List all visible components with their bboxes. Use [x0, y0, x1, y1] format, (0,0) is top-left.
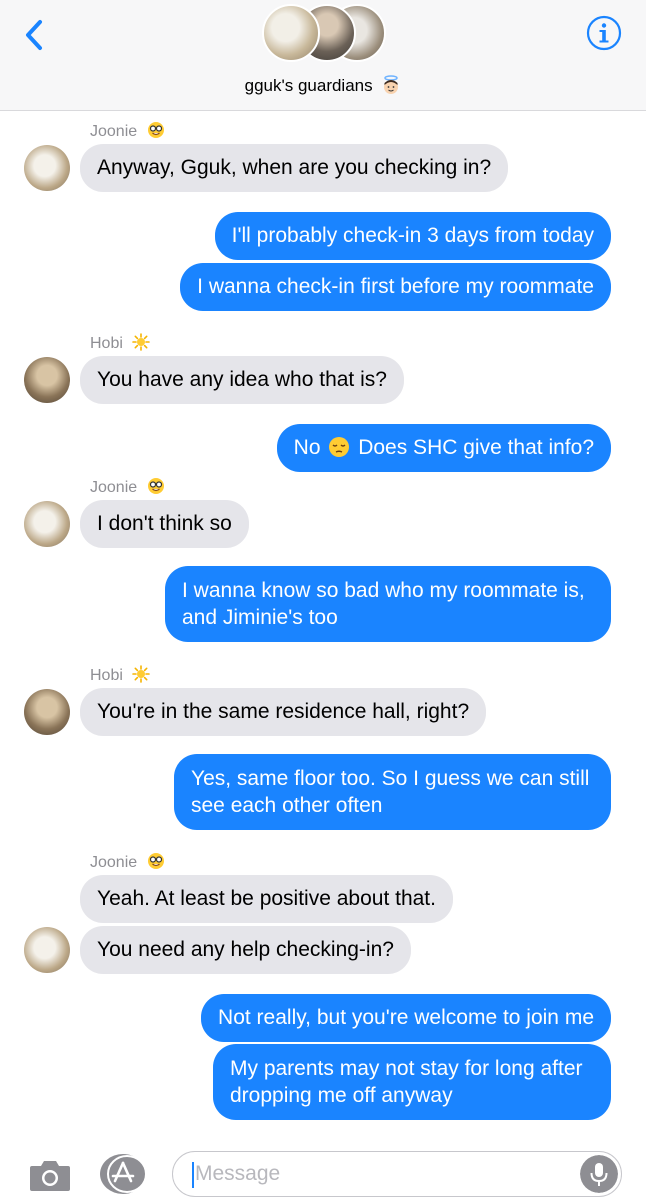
- nerd-face-emoji-icon: [147, 122, 164, 138]
- incoming-message[interactable]: You need any help checking-in?: [80, 926, 411, 974]
- message-text: You're in the same residence hall, right…: [97, 700, 470, 723]
- outgoing-message[interactable]: Yes, same floor too. So I guess we can s…: [174, 754, 611, 830]
- sender-name: Hobi: [90, 333, 151, 353]
- message-text: My parents may not stay for long after d…: [230, 1057, 583, 1107]
- nerd-face-emoji-icon: [147, 853, 164, 869]
- chevron-left-icon[interactable]: [18, 18, 52, 52]
- message-text: Yeah. At least be positive about that.: [97, 887, 436, 910]
- outgoing-message[interactable]: Not really, but you're welcome to join m…: [201, 994, 611, 1042]
- sender-name-text: Joonie: [90, 854, 138, 871]
- incoming-message[interactable]: You have any idea who that is?: [80, 356, 404, 404]
- pensive-face-emoji-icon: [329, 437, 350, 457]
- avatar[interactable]: [24, 689, 70, 735]
- avatar[interactable]: [24, 357, 70, 403]
- message-text: Does SHC give that info?: [358, 436, 594, 459]
- message-input[interactable]: Message: [172, 1151, 622, 1197]
- message-text: I wanna check-in first before my roommat…: [197, 275, 594, 298]
- sun-emoji-icon: [132, 333, 151, 351]
- text-caret: [192, 1162, 194, 1188]
- app-store-icon[interactable]: [98, 1152, 148, 1196]
- sender-name-text: Joonie: [90, 479, 138, 496]
- avatar[interactable]: [24, 501, 70, 547]
- outgoing-message[interactable]: My parents may not stay for long after d…: [213, 1044, 611, 1120]
- message-text: You have any idea who that is?: [97, 368, 387, 391]
- outgoing-message[interactable]: I wanna check-in first before my roommat…: [180, 263, 611, 311]
- sender-name: Hobi: [90, 665, 151, 685]
- sun-emoji-icon: [132, 665, 151, 683]
- group-avatars[interactable]: [262, 4, 386, 64]
- message-text: Yes, same floor too. So I guess we can s…: [191, 767, 590, 817]
- message-text: I don't think so: [97, 512, 232, 535]
- group-title[interactable]: gguk's guardians: [0, 75, 646, 96]
- outgoing-message[interactable]: I'll probably check-in 3 days from today: [214, 212, 611, 260]
- outgoing-message[interactable]: I wanna know so bad who my roommate is, …: [165, 566, 611, 642]
- angel-emoji-icon: [384, 75, 399, 94]
- incoming-message[interactable]: Anyway, Gguk, when are you checking in?: [80, 144, 509, 192]
- sender-name-text: Joonie: [90, 123, 138, 140]
- incoming-message[interactable]: You're in the same residence hall, right…: [80, 688, 487, 736]
- avatar[interactable]: [24, 145, 70, 191]
- sender-name: Joonie: [90, 121, 165, 141]
- sender-name: Joonie: [90, 852, 165, 872]
- message-text: I'll probably check-in 3 days from today: [231, 224, 594, 247]
- nerd-face-emoji-icon: [147, 478, 164, 494]
- microphone-icon[interactable]: [580, 1155, 618, 1193]
- message-text: I wanna know so bad who my roommate is, …: [182, 579, 585, 629]
- message-text: No: [293, 436, 321, 459]
- message-text: You need any help checking-in?: [97, 938, 394, 961]
- message-text: Anyway, Gguk, when are you checking in?: [97, 156, 492, 179]
- avatar[interactable]: [24, 927, 70, 973]
- message-text: Not really, but you're welcome to join m…: [218, 1006, 594, 1029]
- conversation-header: gguk's guardians: [0, 0, 646, 111]
- group-name-text: gguk's guardians: [244, 76, 373, 95]
- incoming-message[interactable]: I don't think so: [80, 500, 249, 548]
- sender-name-text: Hobi: [90, 335, 123, 352]
- incoming-message[interactable]: Yeah. At least be positive about that.: [80, 875, 453, 923]
- outgoing-message[interactable]: No Does SHC give that info?: [276, 424, 611, 472]
- sender-name: Joonie: [90, 477, 165, 497]
- camera-icon[interactable]: [28, 1157, 72, 1193]
- member-avatar: [262, 4, 320, 62]
- sender-name-text: Hobi: [90, 667, 123, 684]
- info-icon[interactable]: [586, 15, 622, 51]
- message-placeholder: Message: [195, 1162, 281, 1185]
